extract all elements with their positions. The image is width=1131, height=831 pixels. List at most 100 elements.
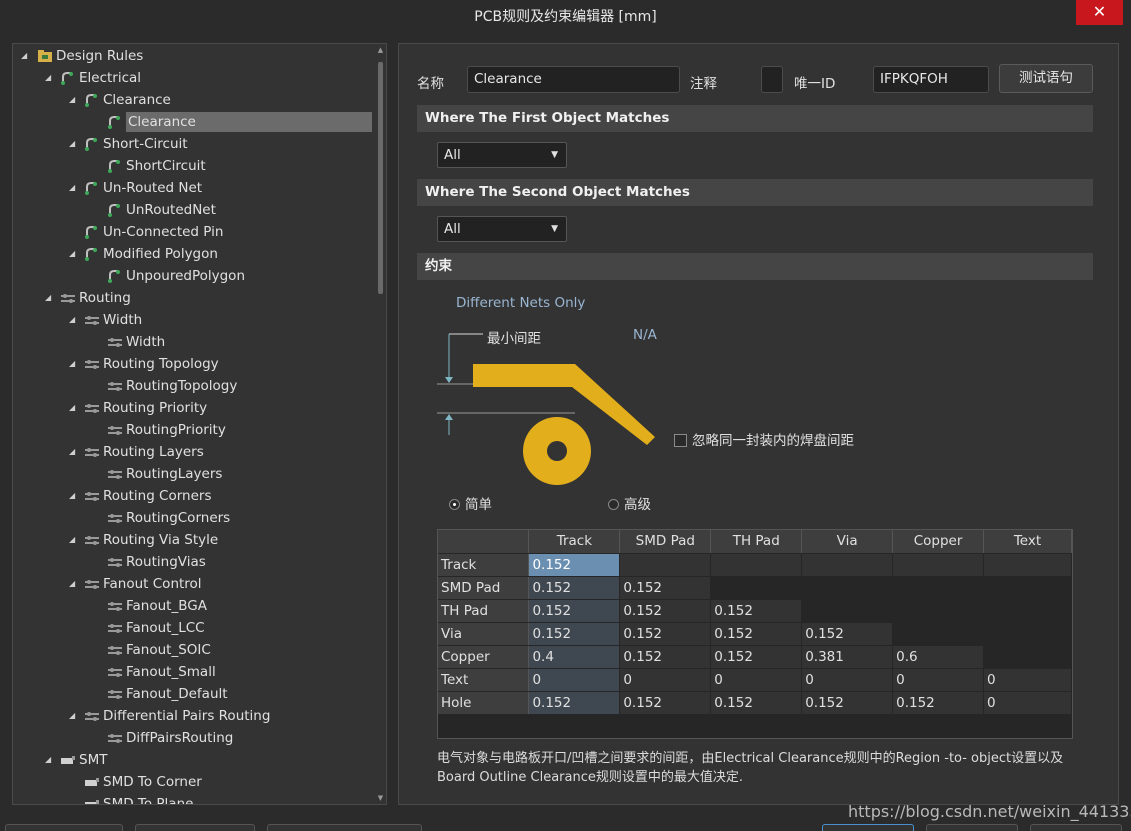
mode-simple-radio[interactable]: 简单 xyxy=(449,493,492,513)
matrix-cell[interactable] xyxy=(983,553,1072,577)
expand-arrow-icon[interactable]: ◢ xyxy=(69,90,83,110)
matrix-cell[interactable]: 0.152 xyxy=(528,622,621,646)
matrix-cell[interactable]: 0.152 xyxy=(619,599,712,623)
scroll-down-icon[interactable]: ▼ xyxy=(376,794,385,802)
footer-button-1[interactable] xyxy=(5,824,123,831)
matrix-cell[interactable]: 0.152 xyxy=(528,691,621,715)
matrix-cell[interactable]: 0.152 xyxy=(710,645,803,669)
matrix-row: Copper 0.4 0.152 0.152 0.381 0.6 xyxy=(438,645,1072,669)
expand-arrow-icon[interactable]: ◢ xyxy=(69,310,83,330)
window-title: PCB规则及约束编辑器 [mm] xyxy=(474,9,657,25)
mode-advanced-radio[interactable]: 高级 xyxy=(608,493,651,513)
unique-id-label: 唯一ID xyxy=(794,76,836,92)
mode-advanced-label: 高级 xyxy=(624,497,651,513)
smt-icon xyxy=(84,797,99,804)
dim-arrowhead-top xyxy=(445,377,453,383)
matrix-cell[interactable]: 0.152 xyxy=(619,691,712,715)
matrix-cell[interactable]: 0.152 xyxy=(528,576,621,600)
expand-arrow-icon[interactable]: ◢ xyxy=(45,288,59,308)
matrix-cell[interactable]: 0.152 xyxy=(619,576,712,600)
expand-arrow-icon[interactable]: ◢ xyxy=(69,530,83,550)
scroll-thumb[interactable] xyxy=(378,62,383,294)
routing-icon xyxy=(107,555,122,569)
close-button[interactable]: ✕ xyxy=(1076,0,1123,25)
radio-dot-icon[interactable] xyxy=(449,499,460,510)
ignore-pads-label: 忽略同一封装内的焊盘间距 xyxy=(692,433,854,449)
expand-arrow-icon[interactable]: ◢ xyxy=(21,46,35,66)
matrix-cell xyxy=(892,576,985,600)
matrix-cell[interactable] xyxy=(801,553,894,577)
comment-input[interactable] xyxy=(761,66,783,93)
expand-arrow-icon[interactable]: ◢ xyxy=(45,68,59,88)
matrix-row-header: Copper xyxy=(438,645,530,669)
tree-item-label: DiffPairsRouting xyxy=(126,730,234,746)
matrix-cell[interactable] xyxy=(619,553,712,577)
matrix-cell[interactable]: 0.152 xyxy=(619,645,712,669)
routing-icon xyxy=(107,621,122,635)
unique-id-input[interactable]: IFPKQFOH xyxy=(873,66,989,93)
matrix-cell[interactable] xyxy=(710,553,803,577)
matrix-cell[interactable]: 0 xyxy=(983,691,1072,715)
rule-icon xyxy=(84,225,98,239)
routing-icon xyxy=(84,709,99,723)
expand-arrow-icon[interactable]: ◢ xyxy=(69,486,83,506)
matrix-cell xyxy=(983,622,1072,646)
rule-icon xyxy=(84,137,98,151)
matrix-cell xyxy=(892,599,985,623)
tree-item-label: Width xyxy=(126,334,166,350)
rule-name-input[interactable]: Clearance xyxy=(467,66,680,93)
matrix-cell[interactable]: 0.4 xyxy=(528,645,621,669)
footer-button-2[interactable] xyxy=(135,824,255,831)
rule-icon xyxy=(84,181,98,195)
expand-arrow-icon[interactable]: ◢ xyxy=(69,574,83,594)
radio-dot-icon[interactable] xyxy=(608,499,619,510)
pad-hole xyxy=(547,441,567,461)
tree-item-label: Clearance xyxy=(126,112,372,132)
expand-arrow-icon[interactable]: ◢ xyxy=(69,354,83,374)
ignore-same-footprint-checkbox[interactable]: 忽略同一封装内的焊盘间距 xyxy=(674,429,854,449)
matrix-cell[interactable]: 0.152 xyxy=(528,599,621,623)
matrix-cell[interactable]: 0 xyxy=(983,668,1072,692)
matrix-column-header: SMD Pad xyxy=(619,530,712,554)
test-query-button[interactable]: 测试语句 xyxy=(999,64,1093,93)
net-scope-link[interactable]: Different Nets Only xyxy=(456,295,585,311)
matrix-cell[interactable]: 0.152 xyxy=(528,553,621,577)
matrix-column-header: Track xyxy=(528,530,621,554)
matrix-cell[interactable]: 0.381 xyxy=(801,645,894,669)
expand-arrow-icon[interactable]: ◢ xyxy=(69,178,83,198)
footer-button-3[interactable] xyxy=(267,824,422,831)
tree-item-label: Differential Pairs Routing xyxy=(103,708,271,724)
expand-arrow-icon[interactable]: ◢ xyxy=(69,134,83,154)
expand-arrow-icon[interactable]: ◢ xyxy=(69,706,83,726)
footer-cancel-button[interactable] xyxy=(926,824,1018,831)
second-object-select[interactable]: All ▼ xyxy=(437,216,567,242)
expand-arrow-icon[interactable]: ◢ xyxy=(69,398,83,418)
matrix-cell[interactable]: 0.152 xyxy=(801,622,894,646)
matrix-cell[interactable]: 0.152 xyxy=(710,622,803,646)
matrix-cell[interactable]: 0.6 xyxy=(892,645,985,669)
expand-arrow-icon[interactable]: ◢ xyxy=(69,442,83,462)
matrix-cell[interactable]: 0.152 xyxy=(801,691,894,715)
first-object-select[interactable]: All ▼ xyxy=(437,142,567,168)
checkbox-box[interactable] xyxy=(674,434,687,447)
matrix-cell[interactable]: 0 xyxy=(801,668,894,692)
expand-arrow-icon[interactable]: ◢ xyxy=(69,244,83,264)
matrix-cell[interactable]: 0 xyxy=(528,668,621,692)
rules-tree-panel[interactable]: ◢ Design Rules ◢ Electrical ◢ Clearance Cleara… xyxy=(12,43,387,805)
expand-arrow-icon[interactable]: ◢ xyxy=(45,750,59,770)
tree-item-label: RoutingVias xyxy=(126,554,206,570)
matrix-cell[interactable] xyxy=(892,553,985,577)
tree-scrollbar[interactable]: ▲ ▼ xyxy=(376,46,385,802)
matrix-cell[interactable]: 0 xyxy=(710,668,803,692)
scroll-up-icon[interactable]: ▲ xyxy=(376,46,385,54)
rule-icon xyxy=(84,247,98,261)
matrix-cell[interactable]: 0.152 xyxy=(619,622,712,646)
footer-apply-button[interactable] xyxy=(1030,824,1122,831)
matrix-cell[interactable]: 0 xyxy=(619,668,712,692)
matrix-cell[interactable]: 0.152 xyxy=(710,599,803,623)
footer-ok-button[interactable] xyxy=(822,824,914,831)
matrix-cell[interactable]: 0.152 xyxy=(892,691,985,715)
routing-icon xyxy=(107,687,122,701)
matrix-cell[interactable]: 0 xyxy=(892,668,985,692)
matrix-cell[interactable]: 0.152 xyxy=(710,691,803,715)
